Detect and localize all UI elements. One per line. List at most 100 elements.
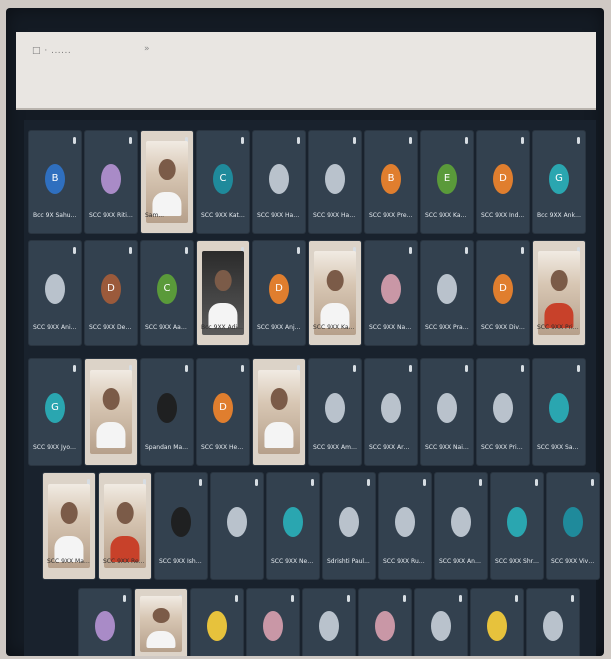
participant-tile[interactable] <box>134 588 188 656</box>
participant-tile[interactable]: SCC 9XX Neha... <box>266 472 320 580</box>
participant-tile[interactable] <box>246 588 300 656</box>
participant-name: SCC 9XX Preeti <box>369 212 413 219</box>
mic-icon <box>297 247 300 254</box>
participant-tile[interactable]: D SCC 9XX Ind... <box>476 130 530 234</box>
participant-video-head <box>326 269 344 292</box>
participant-grid: B Bcc 9X Sahu (... SCC 9XX Ritika Sam... C SC… <box>24 120 600 656</box>
participant-tile[interactable]: SCC 9XX Harsh... <box>252 130 306 234</box>
participant-avatar <box>395 507 415 537</box>
participant-avatar <box>263 611 283 641</box>
participant-name: Bcc 9X Sahu (... <box>33 212 77 219</box>
participant-video <box>258 369 300 455</box>
mic-icon <box>515 595 518 602</box>
participant-avatar <box>437 274 457 304</box>
participant-name: SCC 9XX Manas <box>47 558 91 565</box>
participant-tile[interactable]: SCC 9XX Naina... <box>420 358 474 466</box>
participant-tile[interactable] <box>526 588 580 656</box>
participant-video-head <box>152 608 170 623</box>
participant-tile[interactable] <box>78 588 132 656</box>
participant-tile[interactable]: D SCC 9XX Hemant... <box>196 358 250 466</box>
mic-icon <box>311 479 314 486</box>
participant-tile[interactable] <box>84 358 138 466</box>
participant-avatar <box>207 611 227 641</box>
participant-tile[interactable]: SCC 9XX Pranav... <box>420 240 474 346</box>
participant-name: SCC 9XX Anjali <box>257 324 301 331</box>
participant-tile[interactable]: SCC 9XX Arya... <box>364 358 418 466</box>
participant-avatar <box>325 393 345 423</box>
participant-tile[interactable]: SCC 9XX Anisha... <box>28 240 82 346</box>
participant-tile[interactable]: G Bcc 9XX Ankita <box>532 130 586 234</box>
mic-icon <box>73 247 76 254</box>
participant-name: SCC 9XX Pranav... <box>425 324 469 331</box>
participant-tile[interactable]: SCC 9XX Kavya <box>308 240 362 346</box>
participant-avatar <box>283 507 303 537</box>
mic-icon <box>123 595 126 602</box>
participant-tile[interactable]: SCC 9XX Naman... <box>364 240 418 346</box>
participant-tile[interactable]: Bcc 9XX Aditya... <box>196 240 250 346</box>
expand-icon[interactable]: » <box>144 44 150 54</box>
participant-avatar: B <box>45 164 65 194</box>
participant-tile[interactable]: SCC 9XX Manas <box>42 472 96 580</box>
participant-tile[interactable]: C SCC 9XX Aaryan... <box>140 240 194 346</box>
participant-name: SCC 9XX Katha <box>201 212 245 219</box>
participant-name: SCC 9XX Divya... <box>481 324 525 331</box>
participant-tile[interactable]: D SCC 9XX Anjali <box>252 240 306 346</box>
participant-avatar: B <box>381 164 401 194</box>
participant-avatar <box>487 611 507 641</box>
participant-tile[interactable]: SCC 9XX Priya... <box>476 358 530 466</box>
participant-tile[interactable] <box>210 472 264 580</box>
participant-tile[interactable]: Sam... <box>140 130 194 234</box>
mic-icon <box>521 137 524 144</box>
participant-tile[interactable]: SCC 9XX Sakshi... <box>532 358 586 466</box>
participant-tile[interactable]: B Bcc 9X Sahu (... <box>28 130 82 234</box>
participant-avatar: D <box>213 393 233 423</box>
participant-name: Sam... <box>145 212 165 219</box>
participant-avatar: D <box>269 274 289 304</box>
mic-icon <box>577 137 580 144</box>
participant-tile[interactable]: B SCC 9XX Preeti <box>364 130 418 234</box>
mic-icon <box>409 365 412 372</box>
mic-icon <box>129 247 132 254</box>
participant-avatar <box>507 507 527 537</box>
participant-tile[interactable]: SCC 9XX Prince <box>532 240 586 346</box>
participant-avatar <box>157 393 177 423</box>
participant-name: SCC 9XX Anisha... <box>33 324 77 331</box>
participant-tile[interactable]: SCC 9XX Harsh <box>308 130 362 234</box>
mic-icon <box>571 595 574 602</box>
participant-name: SCC 9XX Prince <box>537 324 581 331</box>
participant-tile[interactable]: G SCC 9XX Jyothi <box>28 358 82 466</box>
participant-tile[interactable]: E SCC 9XX Kavita... <box>420 130 474 234</box>
participant-tile[interactable] <box>358 588 412 656</box>
participant-tile[interactable] <box>190 588 244 656</box>
participant-tile[interactable] <box>414 588 468 656</box>
participant-tile[interactable]: SCC 9XX Ishaan <box>154 472 208 580</box>
participant-tile[interactable]: SCC 9XX Vivek <box>546 472 600 580</box>
participant-tile[interactable]: SCC 9XX Ruhi... <box>378 472 432 580</box>
participant-tile[interactable]: SCC 9XX Ankit... <box>434 472 488 580</box>
participant-tile[interactable]: D SCC 9XX Divya... <box>476 240 530 346</box>
mic-icon <box>577 365 580 372</box>
participant-tile[interactable] <box>302 588 356 656</box>
participant-tile[interactable] <box>252 358 306 466</box>
participant-tile[interactable]: SCC 9XX Amit... <box>308 358 362 466</box>
participant-name: Sdrishti Paul... <box>327 558 370 565</box>
participant-avatar: G <box>45 393 65 423</box>
participant-tile[interactable]: SCC 9XX Shreya... <box>490 472 544 580</box>
mic-icon <box>479 479 482 486</box>
participant-avatar <box>269 164 289 194</box>
mic-icon <box>465 365 468 372</box>
participant-avatar <box>227 507 247 537</box>
participant-name: SCC 9XX Shreya... <box>495 558 539 565</box>
participant-avatar <box>543 611 563 641</box>
participant-video-head <box>214 269 232 292</box>
participant-tile[interactable]: SCC 9XX Ritika <box>84 130 138 234</box>
participant-tile[interactable]: Spandan Mahto... <box>140 358 194 466</box>
participant-tile[interactable] <box>470 588 524 656</box>
participant-tile[interactable]: SCC 9XX Reena <box>98 472 152 580</box>
participant-tile[interactable]: Sdrishti Paul... <box>322 472 376 580</box>
participant-video <box>314 251 356 335</box>
participant-tile[interactable]: C SCC 9XX Katha <box>196 130 250 234</box>
mic-icon <box>255 479 258 486</box>
mic-icon <box>185 365 188 372</box>
participant-tile[interactable]: D SCC 9XX Devansh <box>84 240 138 346</box>
